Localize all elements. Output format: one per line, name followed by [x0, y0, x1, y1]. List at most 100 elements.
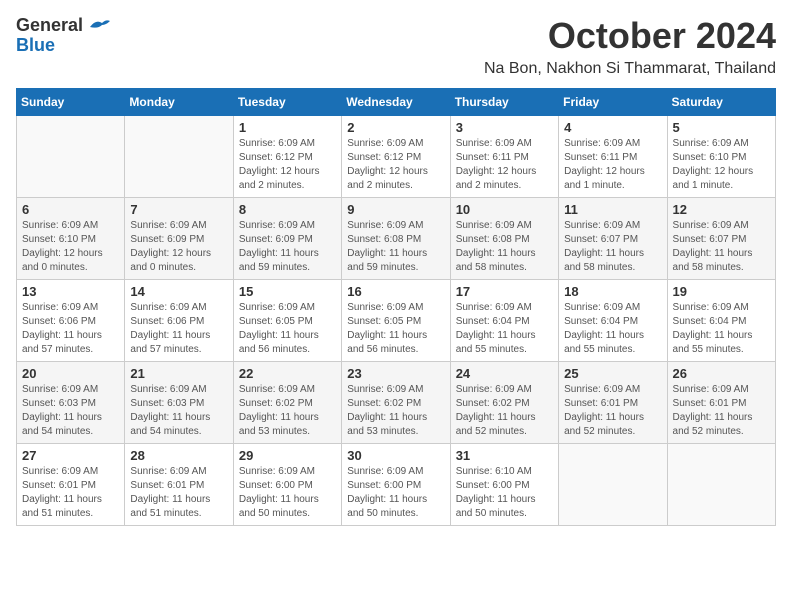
calendar-day-cell [667, 443, 775, 525]
calendar-week-row: 20 Sunrise: 6:09 AM Sunset: 6:03 PM Dayli… [17, 361, 776, 443]
calendar-day-cell: 31 Sunrise: 6:10 AM Sunset: 6:00 PM Dayli… [450, 443, 558, 525]
calendar-day-cell: 22Sunrise: 6:09 AM Sunset: 6:02 PM Dayli… [233, 361, 341, 443]
weekday-header: Saturday [667, 88, 775, 115]
calendar-day-cell: 2 Sunrise: 6:09 AM Sunset: 6:12 PM Daylig… [342, 115, 450, 197]
day-info: Sunrise: 6:09 AM Sunset: 6:06 PM Dayligh… [130, 301, 227, 357]
calendar-day-cell: 29Sunrise: 6:09 AM Sunset: 6:00 PM Dayli… [233, 443, 341, 525]
day-number: 20 [22, 366, 119, 381]
day-info: Sunrise: 6:09 AM Sunset: 6:10 PM Dayligh… [673, 137, 770, 193]
day-number: 31 [456, 448, 553, 463]
day-info: Sunrise: 6:09 AM Sunset: 6:12 PM Dayligh… [347, 137, 444, 193]
calendar-day-cell: 25 Sunrise: 6:09 AM Sunset: 6:01 PM Dayli… [559, 361, 667, 443]
day-info: Sunrise: 6:09 AM Sunset: 6:01 PM Dayligh… [130, 465, 227, 521]
calendar-day-cell: 12 Sunrise: 6:09 AM Sunset: 6:07 PM Dayli… [667, 197, 775, 279]
calendar-day-cell: 4 Sunrise: 6:09 AM Sunset: 6:11 PM Daylig… [559, 115, 667, 197]
calendar-day-cell: 24Sunrise: 6:09 AM Sunset: 6:02 PM Dayli… [450, 361, 558, 443]
day-info: Sunrise: 6:09 AM Sunset: 6:08 PM Dayligh… [456, 219, 553, 275]
day-info: Sunrise: 6:09 AM Sunset: 6:02 PM Dayligh… [347, 383, 444, 439]
day-info: Sunrise: 6:09 AM Sunset: 6:10 PM Dayligh… [22, 219, 119, 275]
logo-blue: Blue [16, 36, 110, 56]
day-number: 14 [130, 284, 227, 299]
calendar-day-cell: 6Sunrise: 6:09 AM Sunset: 6:10 PM Daylig… [17, 197, 125, 279]
day-number: 26 [673, 366, 770, 381]
calendar-day-cell: 9Sunrise: 6:09 AM Sunset: 6:08 PM Daylig… [342, 197, 450, 279]
day-info: Sunrise: 6:09 AM Sunset: 6:11 PM Dayligh… [564, 137, 661, 193]
calendar-header-row: SundayMondayTuesdayWednesdayThursdayFrid… [17, 88, 776, 115]
calendar-day-cell [17, 115, 125, 197]
weekday-header: Thursday [450, 88, 558, 115]
day-info: Sunrise: 6:09 AM Sunset: 6:01 PM Dayligh… [564, 383, 661, 439]
day-number: 18 [564, 284, 661, 299]
calendar-table: SundayMondayTuesdayWednesdayThursdayFrid… [16, 88, 776, 526]
day-number: 12 [673, 202, 770, 217]
weekday-header: Tuesday [233, 88, 341, 115]
day-number: 21 [130, 366, 227, 381]
calendar-day-cell: 13Sunrise: 6:09 AM Sunset: 6:06 PM Dayli… [17, 279, 125, 361]
day-info: Sunrise: 6:09 AM Sunset: 6:00 PM Dayligh… [239, 465, 336, 521]
weekday-header: Monday [125, 88, 233, 115]
day-info: Sunrise: 6:10 AM Sunset: 6:00 PM Dayligh… [456, 465, 553, 521]
day-info: Sunrise: 6:09 AM Sunset: 6:05 PM Dayligh… [239, 301, 336, 357]
day-number: 3 [456, 120, 553, 135]
calendar-day-cell: 19 Sunrise: 6:09 AM Sunset: 6:04 PM Dayli… [667, 279, 775, 361]
calendar-week-row: 1 Sunrise: 6:09 AM Sunset: 6:12 PM Daylig… [17, 115, 776, 197]
day-info: Sunrise: 6:09 AM Sunset: 6:07 PM Dayligh… [564, 219, 661, 275]
day-number: 15 [239, 284, 336, 299]
day-number: 16 [347, 284, 444, 299]
calendar-day-cell: 30Sunrise: 6:09 AM Sunset: 6:00 PM Dayli… [342, 443, 450, 525]
calendar-day-cell: 28 Sunrise: 6:09 AM Sunset: 6:01 PM Dayli… [125, 443, 233, 525]
day-info: Sunrise: 6:09 AM Sunset: 6:04 PM Dayligh… [456, 301, 553, 357]
weekday-header: Friday [559, 88, 667, 115]
day-number: 19 [673, 284, 770, 299]
day-number: 28 [130, 448, 227, 463]
logo: General Blue [16, 16, 110, 56]
month-title: October 2024 [484, 16, 776, 56]
day-info: Sunrise: 6:09 AM Sunset: 6:11 PM Dayligh… [456, 137, 553, 193]
calendar-day-cell: 14 Sunrise: 6:09 AM Sunset: 6:06 PM Dayli… [125, 279, 233, 361]
day-number: 11 [564, 202, 661, 217]
day-info: Sunrise: 6:09 AM Sunset: 6:09 PM Dayligh… [239, 219, 336, 275]
day-number: 17 [456, 284, 553, 299]
day-number: 1 [239, 120, 336, 135]
day-number: 5 [673, 120, 770, 135]
logo-bird-icon [88, 17, 110, 35]
day-info: Sunrise: 6:09 AM Sunset: 6:03 PM Dayligh… [22, 383, 119, 439]
calendar-day-cell: 21 Sunrise: 6:09 AM Sunset: 6:03 PM Dayli… [125, 361, 233, 443]
day-info: Sunrise: 6:09 AM Sunset: 6:07 PM Dayligh… [673, 219, 770, 275]
day-number: 8 [239, 202, 336, 217]
calendar-day-cell: 18 Sunrise: 6:09 AM Sunset: 6:04 PM Dayli… [559, 279, 667, 361]
day-number: 7 [130, 202, 227, 217]
day-number: 10 [456, 202, 553, 217]
calendar-day-cell: 10 Sunrise: 6:09 AM Sunset: 6:08 PM Dayli… [450, 197, 558, 279]
day-info: Sunrise: 6:09 AM Sunset: 6:03 PM Dayligh… [130, 383, 227, 439]
day-number: 9 [347, 202, 444, 217]
day-info: Sunrise: 6:09 AM Sunset: 6:04 PM Dayligh… [564, 301, 661, 357]
day-number: 30 [347, 448, 444, 463]
day-info: Sunrise: 6:09 AM Sunset: 6:01 PM Dayligh… [22, 465, 119, 521]
day-number: 4 [564, 120, 661, 135]
day-info: Sunrise: 6:09 AM Sunset: 6:02 PM Dayligh… [456, 383, 553, 439]
calendar-day-cell [125, 115, 233, 197]
day-info: Sunrise: 6:09 AM Sunset: 6:12 PM Dayligh… [239, 137, 336, 193]
calendar-day-cell: 27 Sunrise: 6:09 AM Sunset: 6:01 PM Dayli… [17, 443, 125, 525]
day-info: Sunrise: 6:09 AM Sunset: 6:05 PM Dayligh… [347, 301, 444, 357]
day-number: 2 [347, 120, 444, 135]
calendar-day-cell: 1 Sunrise: 6:09 AM Sunset: 6:12 PM Daylig… [233, 115, 341, 197]
calendar-day-cell [559, 443, 667, 525]
day-info: Sunrise: 6:09 AM Sunset: 6:01 PM Dayligh… [673, 383, 770, 439]
calendar-day-cell: 7 Sunrise: 6:09 AM Sunset: 6:09 PM Daylig… [125, 197, 233, 279]
calendar-day-cell: 17 Sunrise: 6:09 AM Sunset: 6:04 PM Dayli… [450, 279, 558, 361]
calendar-day-cell: 20 Sunrise: 6:09 AM Sunset: 6:03 PM Dayli… [17, 361, 125, 443]
day-number: 22 [239, 366, 336, 381]
day-number: 25 [564, 366, 661, 381]
day-number: 23 [347, 366, 444, 381]
day-number: 27 [22, 448, 119, 463]
calendar-day-cell: 26 Sunrise: 6:09 AM Sunset: 6:01 PM Dayli… [667, 361, 775, 443]
day-info: Sunrise: 6:09 AM Sunset: 6:04 PM Dayligh… [673, 301, 770, 357]
day-info: Sunrise: 6:09 AM Sunset: 6:09 PM Dayligh… [130, 219, 227, 275]
calendar-week-row: 13Sunrise: 6:09 AM Sunset: 6:06 PM Dayli… [17, 279, 776, 361]
title-area: October 2024 Na Bon, Nakhon Si Thammarat… [484, 16, 776, 78]
weekday-header: Sunday [17, 88, 125, 115]
location-title: Na Bon, Nakhon Si Thammarat, Thailand [484, 60, 776, 78]
day-info: Sunrise: 6:09 AM Sunset: 6:06 PM Dayligh… [22, 301, 119, 357]
